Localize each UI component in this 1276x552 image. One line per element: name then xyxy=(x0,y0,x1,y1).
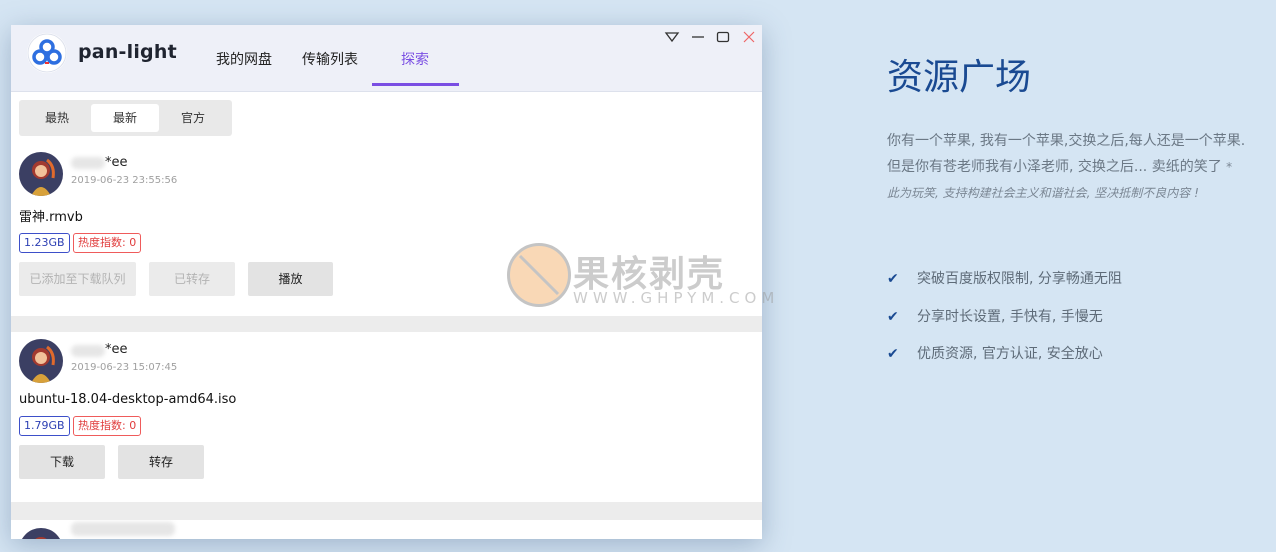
post-time: 2019-06-23 23:55:56 xyxy=(71,175,178,186)
checkmark-icon: ✔ xyxy=(887,271,899,287)
post-time: 2019-06-23 15:07:45 xyxy=(71,362,178,373)
feature-text: 突破百度版权限制, 分享畅通无阻 xyxy=(917,271,1122,287)
app-name: pan-light xyxy=(78,41,177,63)
baidu-pan-logo-icon xyxy=(27,33,67,73)
file-name: ubuntu-18.04-desktop-amd64.iso xyxy=(19,392,237,407)
save-to-disk-button[interactable]: 转存 xyxy=(118,445,204,479)
sort-tab-hottest[interactable]: 最热 xyxy=(23,104,91,132)
sort-tab-newest[interactable]: 最新 xyxy=(91,104,159,132)
username: *ee xyxy=(105,155,128,170)
play-button[interactable]: 播放 xyxy=(248,262,333,296)
feature-text: 优质资源, 官方认证, 安全放心 xyxy=(917,346,1103,362)
file-size-badge: 1.23GB xyxy=(19,233,70,253)
feature-item: ✔ 分享时长设置, 手快有, 手慢无 xyxy=(887,306,1103,326)
username-blur xyxy=(71,157,105,169)
added-to-download-queue-button: 已添加至下载队列 xyxy=(19,262,136,296)
avatar xyxy=(19,339,63,383)
username-blur xyxy=(71,522,175,536)
active-tab-indicator xyxy=(372,83,459,86)
heat-index-badge: 热度指数: 0 xyxy=(73,416,142,436)
item-divider xyxy=(11,502,762,520)
item-divider xyxy=(11,316,762,332)
sort-tabs: 最热 最新 官方 xyxy=(19,100,232,136)
heat-index-badge: 热度指数: 0 xyxy=(73,233,142,253)
avatar xyxy=(19,528,63,539)
app-window: pan-light 我的网盘 传输列表 探索 最热 最新 官方 *ee 2019… xyxy=(11,25,762,539)
hero-title: 资源广场 xyxy=(887,57,1032,98)
sort-tab-official[interactable]: 官方 xyxy=(159,104,227,132)
list-item xyxy=(11,520,762,539)
feature-item: ✔ 突破百度版权限制, 分享畅通无阻 xyxy=(887,268,1122,288)
file-size-badge: 1.79GB xyxy=(19,416,70,436)
feature-item: ✔ 优质资源, 官方认证, 安全放心 xyxy=(887,343,1103,363)
title-bar: pan-light 我的网盘 传输列表 探索 xyxy=(11,25,762,92)
hero-description-text: 你有一个苹果, 我有一个苹果,交换之后,每人还是一个苹果. 但是你有苍老师我有小… xyxy=(887,133,1246,175)
feature-text: 分享时长设置, 手快有, 手慢无 xyxy=(917,309,1103,325)
username: *ee xyxy=(105,342,128,357)
tab-explore[interactable]: 探索 xyxy=(401,49,429,69)
tab-my-disk[interactable]: 我的网盘 xyxy=(216,49,272,69)
checkmark-icon: ✔ xyxy=(887,309,899,325)
minimize-icon[interactable] xyxy=(689,28,707,46)
list-item: *ee 2019-06-23 15:07:45 ubuntu-18.04-des… xyxy=(11,332,762,502)
username-blur xyxy=(71,345,105,357)
tab-transfer-list[interactable]: 传输列表 xyxy=(302,49,358,69)
checkmark-icon: ✔ xyxy=(887,346,899,362)
dropdown-icon[interactable] xyxy=(663,28,681,46)
avatar xyxy=(19,152,63,196)
saved-button: 已转存 xyxy=(149,262,235,296)
list-item: *ee 2019-06-23 23:55:56 雷神.rmvb 1.23GB 热… xyxy=(11,151,762,316)
close-icon[interactable] xyxy=(740,28,758,46)
file-name: 雷神.rmvb xyxy=(19,210,83,225)
maximize-icon[interactable] xyxy=(714,28,732,46)
download-button[interactable]: 下载 xyxy=(19,445,105,479)
hero-description: 你有一个苹果, 我有一个苹果,交换之后,每人还是一个苹果. 但是你有苍老师我有小… xyxy=(887,128,1247,206)
